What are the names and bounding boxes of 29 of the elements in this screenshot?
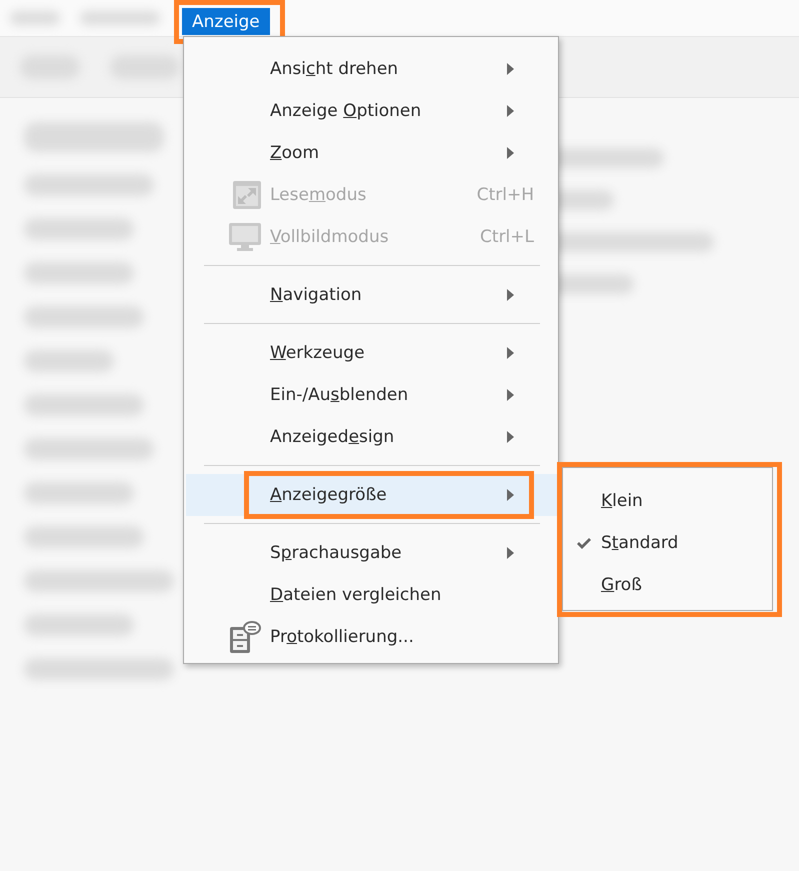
menu-title[interactable]: Anzeige [182,8,270,35]
menu-item[interactable]: Dateien vergleichen [186,574,558,616]
menu-item[interactable]: Navigation [186,274,558,316]
submenu-arrow-icon [507,147,514,159]
checkmark-icon [576,536,592,550]
menu-item[interactable]: Protokollierung... [186,616,558,658]
menu-item[interactable]: Werkzeuge [186,332,558,374]
submenu-arrow-icon [507,431,514,443]
menu-item[interactable]: Anzeigedesign [186,416,558,458]
menu-item[interactable]: Zoom [186,132,558,174]
menu-item[interactable]: Anzeigegröße [186,474,558,516]
submenu-arrow-icon [507,389,514,401]
submenu-item[interactable]: Klein [563,480,772,522]
menu-item[interactable]: Sprachausgabe [186,532,558,574]
submenu-item[interactable]: Standard [563,522,772,564]
submenu-item[interactable]: Groß [563,564,772,606]
menu-item[interactable]: Anzeige Optionen [186,90,558,132]
shortcut-text: Ctrl+L [480,227,534,247]
submenu-arrow-icon [507,547,514,559]
submenu-arrow-icon [507,105,514,117]
submenu-arrow-icon [507,489,514,501]
submenu-arrow-icon [507,289,514,301]
expand-arrows-icon [232,180,262,210]
cabinet-speech-bubble-icon [228,619,262,655]
shortcut-text: Ctrl+H [476,185,534,205]
monitor-icon [228,222,262,252]
menu-item[interactable]: Ein-/Ausblenden [186,374,558,416]
submenu-arrow-icon [507,63,514,75]
submenu-arrow-icon [507,347,514,359]
